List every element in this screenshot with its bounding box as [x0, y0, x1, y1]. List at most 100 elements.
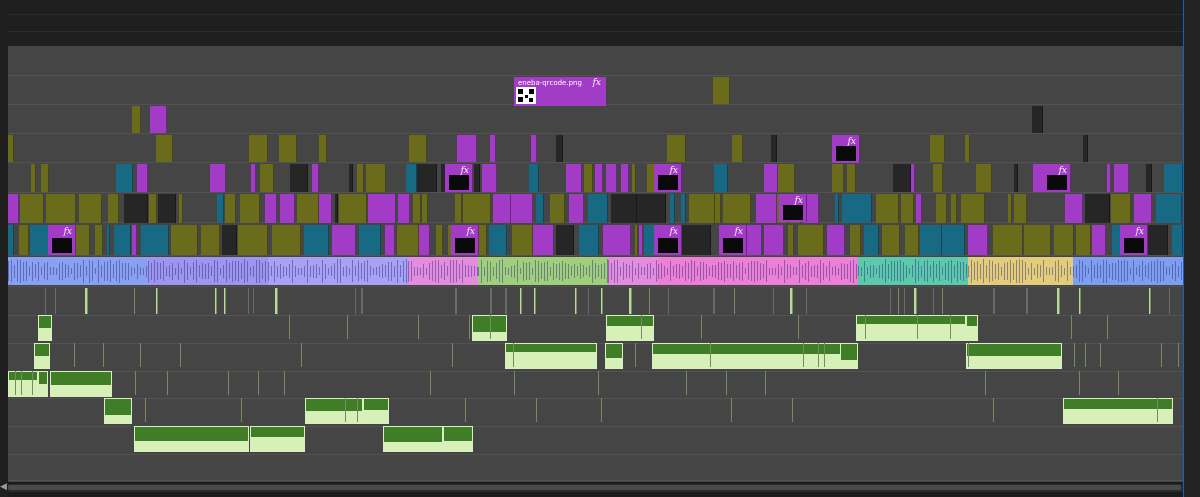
audio-clip[interactable] — [363, 398, 389, 424]
audio-sliver[interactable] — [85, 288, 88, 314]
video-clip[interactable] — [993, 225, 1023, 255]
audio-clip[interactable] — [606, 315, 654, 341]
audio-edit-marker[interactable] — [135, 371, 136, 395]
audio-edit-marker[interactable] — [1161, 343, 1162, 367]
video-clip[interactable] — [79, 194, 102, 223]
video-clip[interactable] — [715, 194, 721, 223]
audio-edit-marker[interactable] — [536, 398, 537, 422]
video-clip[interactable] — [108, 194, 119, 223]
video-clip[interactable] — [536, 194, 544, 223]
audio-sliver[interactable] — [224, 288, 226, 314]
video-clip[interactable] — [632, 164, 636, 192]
audio-edit-marker[interactable] — [357, 398, 358, 422]
audio-edit-marker[interactable] — [865, 315, 866, 339]
audio-clip[interactable] — [966, 315, 978, 341]
audio-sliver[interactable] — [455, 288, 458, 314]
audio-sliver[interactable] — [235, 288, 236, 314]
video-clip[interactable] — [280, 194, 295, 223]
audio-edit-marker[interactable] — [465, 398, 466, 422]
audio-edit-marker[interactable] — [180, 343, 181, 367]
video-clip[interactable] — [332, 225, 356, 255]
video-clip[interactable] — [569, 194, 584, 223]
video-clip[interactable] — [150, 106, 167, 133]
video-clip[interactable] — [670, 194, 675, 223]
audio-sliver[interactable] — [520, 288, 522, 314]
audio-clip[interactable] — [34, 343, 50, 369]
audio-edit-marker[interactable] — [1074, 343, 1075, 367]
video-clip[interactable] — [639, 225, 643, 255]
audio-edit-marker[interactable] — [993, 398, 994, 422]
video-clip[interactable] — [297, 194, 319, 223]
audio-edit-marker[interactable] — [32, 371, 33, 395]
audio-sliver[interactable] — [1169, 288, 1171, 314]
audio-edit-marker[interactable] — [710, 343, 711, 367]
video-clip[interactable] — [482, 164, 497, 192]
video-clip[interactable] — [533, 225, 554, 255]
video-clip[interactable] — [832, 164, 844, 192]
audio-sliver[interactable] — [248, 288, 250, 314]
audio-sliver[interactable] — [253, 288, 255, 314]
video-clip[interactable] — [1014, 194, 1027, 223]
video-clip[interactable] — [764, 225, 784, 255]
video-clip[interactable] — [409, 135, 427, 162]
audio-edit-marker[interactable] — [818, 343, 819, 367]
video-clip[interactable] — [531, 135, 537, 162]
audio-sliver[interactable] — [933, 288, 935, 314]
audio-sliver[interactable] — [275, 288, 278, 314]
audio-edit-marker[interactable] — [1157, 398, 1158, 422]
video-clip[interactable] — [911, 164, 915, 192]
video-clip[interactable] — [603, 225, 631, 255]
fx-video-clip[interactable]: fx — [832, 135, 860, 163]
video-clip[interactable] — [419, 225, 430, 255]
fx-video-clip[interactable]: fx — [654, 225, 682, 255]
video-clip[interactable] — [397, 225, 419, 255]
video-clip[interactable] — [210, 164, 226, 192]
audio-edit-marker[interactable] — [641, 315, 642, 339]
audio-waveform-segment[interactable] — [608, 257, 658, 285]
video-clip[interactable] — [681, 194, 686, 223]
video-clip[interactable] — [689, 194, 715, 223]
video-clip[interactable] — [942, 225, 965, 255]
video-clip[interactable] — [1008, 194, 1012, 223]
video-clip[interactable] — [905, 225, 919, 255]
video-clip[interactable] — [1014, 164, 1018, 192]
video-clip[interactable] — [304, 225, 329, 255]
audio-waveform-segment[interactable] — [478, 257, 608, 285]
video-clip[interactable] — [260, 164, 274, 192]
video-clip[interactable] — [756, 194, 777, 223]
audio-edit-marker[interactable] — [601, 398, 602, 422]
video-clip[interactable] — [1172, 225, 1183, 255]
video-clip[interactable] — [847, 164, 856, 192]
audio-sliver[interactable] — [806, 288, 808, 314]
video-clip[interactable] — [901, 194, 914, 223]
video-clip[interactable] — [771, 135, 777, 162]
audio-edit-marker[interactable] — [513, 343, 514, 367]
video-clip[interactable] — [723, 194, 751, 223]
video-clip[interactable] — [798, 225, 824, 255]
video-clip[interactable] — [20, 194, 44, 223]
audio-clip[interactable] — [966, 343, 1062, 369]
video-clip[interactable] — [222, 225, 237, 255]
video-clip[interactable] — [339, 194, 367, 223]
video-clip[interactable] — [240, 194, 260, 223]
video-clip[interactable] — [319, 194, 332, 223]
audio-edit-marker[interactable] — [1118, 371, 1119, 395]
video-clip[interactable] — [171, 225, 198, 255]
fx-video-clip[interactable]: fx — [1043, 164, 1071, 192]
audio-sliver[interactable] — [575, 288, 577, 314]
video-clip[interactable] — [490, 135, 496, 162]
video-clip[interactable] — [349, 164, 353, 192]
fx-video-clip[interactable]: fx — [654, 164, 682, 192]
audio-edit-marker[interactable] — [798, 315, 799, 339]
audio-sliver[interactable] — [649, 288, 650, 314]
video-clip[interactable] — [225, 194, 236, 223]
audio-sliver[interactable] — [612, 288, 613, 314]
video-clip[interactable] — [455, 194, 462, 223]
audio-edit-marker[interactable] — [103, 343, 104, 367]
audio-edit-marker[interactable] — [514, 371, 515, 395]
video-clip[interactable] — [179, 194, 183, 223]
audio-edit-marker[interactable] — [803, 343, 804, 367]
video-clip[interactable] — [936, 194, 947, 223]
video-clip[interactable] — [474, 164, 480, 192]
video-clip[interactable] — [933, 164, 943, 192]
